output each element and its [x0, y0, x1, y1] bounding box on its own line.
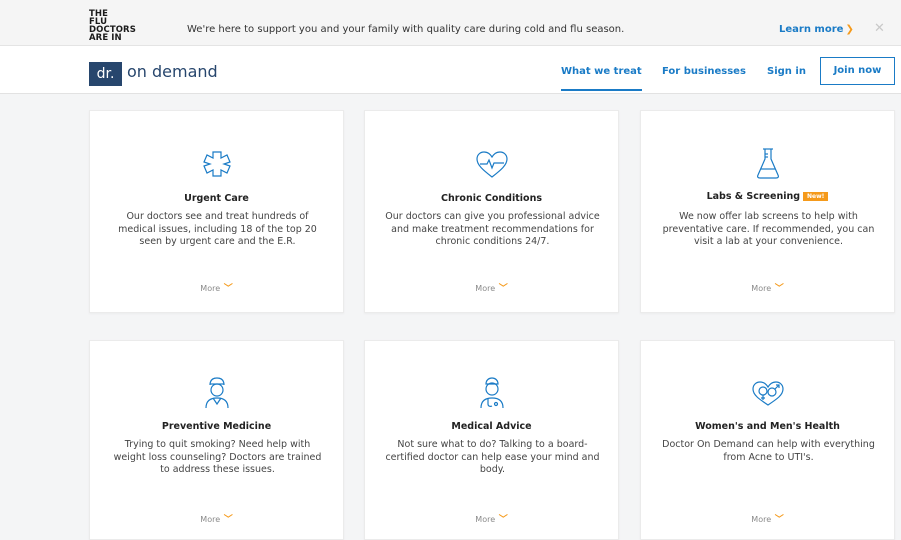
card-description: Our doctors see and treat hundreds of me… — [118, 211, 317, 247]
heart-pulse-icon — [365, 151, 618, 183]
card-title: Chronic Conditions — [441, 193, 542, 204]
more-link[interactable]: More ﹀ — [641, 281, 894, 294]
card-medical-advice[interactable]: Medical Advice Not sure what to do? Talk… — [364, 340, 619, 540]
logo-mark-text: dr. — [96, 66, 115, 82]
card-description: Not sure what to do? Talking to a board-… — [385, 439, 600, 475]
doctor-icon — [365, 377, 618, 413]
join-now-button[interactable]: Join now — [820, 57, 895, 85]
card-preventive-medicine[interactable]: Preventive Medicine Trying to quit smoki… — [89, 340, 344, 540]
more-link[interactable]: More ﹀ — [365, 512, 618, 525]
learn-more-label: Learn more — [779, 24, 844, 35]
chevron-down-icon: ﹀ — [223, 515, 233, 525]
card-title: Medical Advice — [451, 421, 532, 432]
chevron-down-icon: ﹀ — [498, 284, 508, 294]
close-icon[interactable]: ✕ — [874, 21, 885, 36]
nav-sign-in[interactable]: Sign in — [767, 66, 806, 77]
medical-cross-icon — [90, 149, 343, 183]
chevron-down-icon: ﹀ — [774, 515, 784, 525]
card-title: Urgent Care — [184, 193, 249, 204]
more-link[interactable]: More ﹀ — [365, 281, 618, 294]
card-title-text: Labs & Screening — [706, 191, 801, 202]
nurse-icon — [90, 377, 343, 413]
announcement-banner: THE FLU DOCTORS ARE IN We're here to sup… — [0, 0, 901, 46]
new-badge: New! — [803, 192, 829, 201]
chevron-down-icon: ﹀ — [498, 515, 508, 525]
card-title: Women's and Men's Health — [695, 421, 840, 432]
card-chronic-conditions[interactable]: Chronic Conditions Our doctors can give … — [364, 110, 619, 313]
banner-message: We're here to support you and your famil… — [187, 24, 625, 35]
flu-doctors-logo: THE FLU DOCTORS ARE IN — [89, 9, 136, 43]
card-title: Preventive Medicine — [161, 421, 272, 432]
card-description: We now offer lab screens to help with pr… — [662, 211, 875, 247]
card-womens-mens-health[interactable]: Women's and Men's Health Doctor On Deman… — [640, 340, 895, 540]
card-urgent-care[interactable]: Urgent Care Our doctors see and treat hu… — [89, 110, 344, 313]
card-description: Trying to quit smoking? Need help with w… — [113, 439, 322, 475]
gender-symbols-icon — [641, 381, 894, 411]
more-link[interactable]: More ﹀ — [641, 512, 894, 525]
more-label: More — [475, 284, 496, 293]
card-description: Doctor On Demand can help with everythin… — [662, 439, 875, 463]
more-label: More — [475, 515, 496, 524]
more-link[interactable]: More ﹀ — [90, 512, 343, 525]
site-header: dr. on demand What we treat For business… — [0, 46, 901, 94]
more-label: More — [751, 515, 772, 524]
nav-for-businesses[interactable]: For businesses — [662, 66, 746, 77]
card-title: Labs & Screening New! — [641, 191, 894, 202]
more-link[interactable]: More ﹀ — [90, 281, 343, 294]
more-label: More — [751, 284, 772, 293]
chevron-down-icon: ﹀ — [774, 284, 784, 294]
learn-more-link[interactable]: Learn more ❯ — [779, 24, 854, 35]
logo-mark[interactable]: dr. — [89, 62, 122, 86]
card-description: Our doctors can give you professional ad… — [385, 211, 600, 247]
chevron-right-icon: ❯ — [845, 24, 854, 35]
logo-text[interactable]: on demand — [127, 62, 218, 81]
flask-icon — [641, 147, 894, 183]
card-labs-screening[interactable]: Labs & Screening New! We now offer lab sc… — [640, 110, 895, 313]
more-label: More — [200, 284, 221, 293]
nav-what-we-treat[interactable]: What we treat — [561, 66, 642, 91]
chevron-down-icon: ﹀ — [223, 284, 233, 294]
more-label: More — [200, 515, 221, 524]
